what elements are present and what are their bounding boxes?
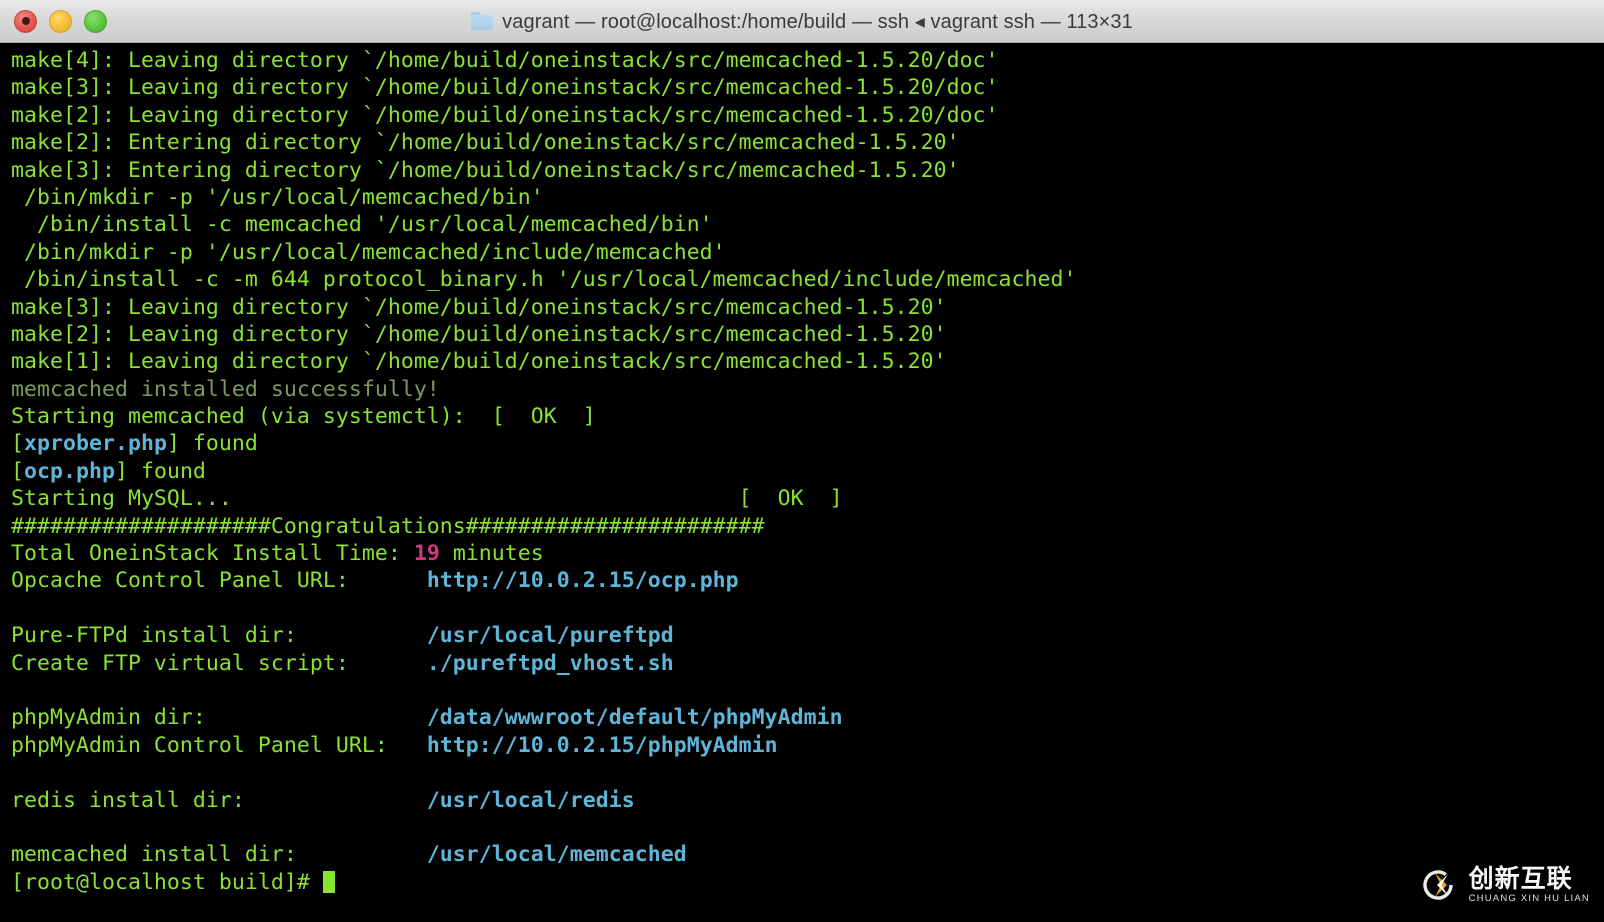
terminal-line: make[2]: Entering directory `/home/build… (0, 129, 1604, 156)
terminal-text-span: /usr/local/pureftpd (426, 623, 674, 649)
terminal-text-span: make[2]: Leaving directory `/home/build/… (11, 102, 999, 128)
terminal-line: Total OneinStack Install Time: 19 minute… (0, 540, 1604, 567)
terminal-text-span: memcached install dir: (11, 842, 427, 868)
terminal-text-span: /bin/mkdir -p '/usr/local/memcached/bin' (11, 184, 544, 210)
terminal-text-span: make[3]: Leaving directory `/home/build/… (11, 75, 999, 101)
terminal-text-span: ocp.php (24, 458, 115, 484)
close-button[interactable] (14, 9, 37, 33)
terminal-line: Pure-FTPd install dir: /usr/local/pureft… (0, 622, 1604, 649)
terminal-line: make[3]: Entering directory `/home/build… (0, 157, 1604, 184)
terminal-text-span: Create FTP virtual script: (11, 650, 427, 676)
terminal-text-span: ####################Congratulations#####… (11, 513, 765, 539)
terminal-text-span: make[1]: Leaving directory `/home/build/… (11, 349, 947, 375)
terminal-text-span: make[3]: Entering directory `/home/build… (11, 157, 960, 183)
terminal-text-span: phpMyAdmin dir: (11, 705, 427, 731)
terminal-line: memcached install dir: /usr/local/memcac… (0, 841, 1604, 868)
terminal-line: /bin/install -c -m 644 protocol_binary.h… (0, 266, 1604, 293)
terminal-line: memcached installed successfully! (0, 376, 1604, 403)
terminal-text-span: ] found (114, 458, 206, 484)
terminal-text-span: Starting MySQL... [ OK ] (11, 486, 843, 512)
terminal-text-span: /usr/local/redis (426, 787, 635, 813)
terminal-line: make[3]: Leaving directory `/home/build/… (0, 74, 1604, 101)
terminal-line: redis install dir: /usr/local/redis (0, 787, 1604, 814)
terminal-line: [xprober.php] found (0, 430, 1604, 457)
terminal-line: Starting MySQL... [ OK ] (0, 485, 1604, 512)
terminal-line: phpMyAdmin dir: /data/wwwroot/default/ph… (0, 704, 1604, 731)
terminal-line: Create FTP virtual script: ./pureftpd_vh… (0, 650, 1604, 677)
terminal-text-span: http://10.0.2.15/phpMyAdmin (426, 732, 778, 758)
terminal-text-span: make[2]: Leaving directory `/home/build/… (11, 321, 947, 347)
folder-icon (471, 12, 494, 30)
terminal-window: vagrant — root@localhost:/home/build — s… (0, 0, 1604, 922)
terminal-line: make[2]: Leaving directory `/home/build/… (0, 102, 1604, 129)
terminal-line: Opcache Control Panel URL: http://10.0.2… (0, 567, 1604, 594)
terminal-output[interactable]: make[4]: Leaving directory `/home/build/… (0, 43, 1604, 922)
terminal-line: make[1]: Leaving directory `/home/build/… (0, 348, 1604, 375)
terminal-text-span: make[2]: Entering directory `/home/build… (11, 130, 960, 156)
terminal-line: make[3]: Leaving directory `/home/build/… (0, 294, 1604, 321)
window-controls (14, 9, 107, 33)
terminal-text-span: /bin/install -c memcached '/usr/local/me… (11, 212, 713, 238)
terminal-text-span: Pure-FTPd install dir: (11, 623, 427, 649)
terminal-line: /bin/mkdir -p '/usr/local/memcached/bin' (0, 184, 1604, 211)
window-title: vagrant — root@localhost:/home/build — s… (502, 10, 1133, 33)
terminal-text-span: phpMyAdmin Control Panel URL: (11, 732, 427, 758)
terminal-text-span: make[4]: Leaving directory `/home/build/… (11, 48, 999, 73)
terminal-text-span: /data/wwwroot/default/phpMyAdmin (426, 705, 843, 731)
terminal-prompt-line: [root@localhost build]# (0, 869, 1604, 896)
terminal-text-span: 19 (413, 541, 440, 567)
terminal-text-span: minutes (439, 541, 544, 567)
window-titlebar: vagrant — root@localhost:/home/build — s… (0, 0, 1604, 43)
terminal-text-span: /usr/local/memcached (426, 842, 687, 868)
terminal-line-list: make[4]: Leaving directory `/home/build/… (0, 47, 1604, 896)
terminal-text-span: ./pureftpd_vhost.sh (426, 650, 674, 676)
block-cursor[interactable] (322, 870, 335, 893)
terminal-line: /bin/install -c memcached '/usr/local/me… (0, 211, 1604, 238)
terminal-text-span: [ (11, 431, 24, 457)
terminal-line: /bin/mkdir -p '/usr/local/memcached/incl… (0, 239, 1604, 266)
window-title-group: vagrant — root@localhost:/home/build — s… (0, 0, 1604, 42)
terminal-text-span: /bin/mkdir -p '/usr/local/memcached/incl… (11, 239, 726, 265)
terminal-text-span: xprober.php (24, 431, 167, 457)
terminal-text-span: http://10.0.2.15/ocp.php (426, 568, 739, 594)
terminal-line: make[2]: Leaving directory `/home/build/… (0, 321, 1604, 348)
terminal-text-span: Total OneinStack Install Time: (11, 541, 414, 567)
terminal-text-span: memcached installed successfully! (11, 376, 440, 402)
terminal-text-span: ] found (166, 431, 258, 457)
terminal-text-span: [ (11, 458, 24, 484)
terminal-text-span: redis install dir: (11, 787, 427, 813)
terminal-text-span: Opcache Control Panel URL: (11, 568, 427, 594)
terminal-line: [ocp.php] found (0, 458, 1604, 485)
terminal-line: Starting memcached (via systemctl): [ OK… (0, 403, 1604, 430)
terminal-text-span: /bin/install -c -m 644 protocol_binary.h… (11, 267, 1077, 293)
shell-prompt: [root@localhost build]# (11, 869, 323, 895)
maximize-button[interactable] (84, 9, 107, 33)
terminal-text-span: make[3]: Leaving directory `/home/build/… (11, 294, 947, 320)
terminal-text-span: Starting memcached (via systemctl): [ OK… (11, 404, 596, 430)
terminal-line: ####################Congratulations#####… (0, 513, 1604, 540)
minimize-button[interactable] (49, 9, 72, 33)
terminal-line: make[4]: Leaving directory `/home/build/… (0, 47, 1604, 74)
terminal-line: phpMyAdmin Control Panel URL: http://10.… (0, 732, 1604, 759)
